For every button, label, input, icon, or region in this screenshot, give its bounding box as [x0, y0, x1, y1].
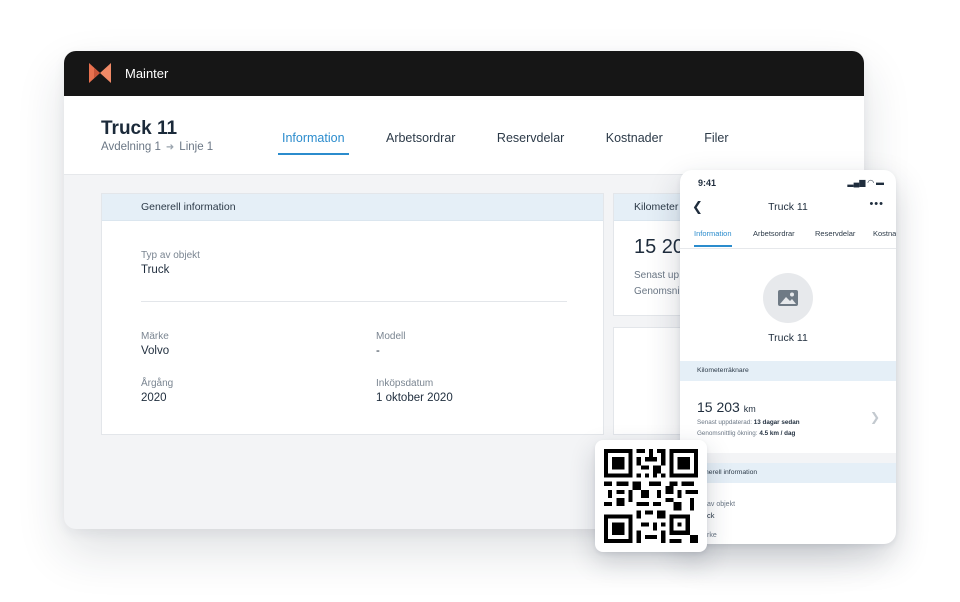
type-label: Typ av objekt [141, 250, 200, 261]
breadcrumb: Avdelning 1 ➜ Linje 1 [101, 141, 213, 153]
status-time: 9:41 [698, 178, 717, 188]
mobile-odometer-value[interactable]: 15 203 km [697, 399, 756, 415]
mobile-tab-reservdelar[interactable]: Reservdelar [815, 229, 855, 245]
mobile-odometer-updated: Senast uppdaterad: 13 dagar sedan [697, 419, 800, 426]
mobile-tab-arbetsordrar[interactable]: Arbetsordrar [753, 229, 795, 245]
more-icon[interactable]: ••• [869, 198, 884, 210]
brand-value: Volvo [141, 345, 170, 357]
purchase-date-value: 1 oktober 2020 [376, 392, 453, 404]
general-info-card: Generell information Typ av objekt Truck… [101, 193, 604, 435]
object-image-placeholder[interactable] [763, 273, 813, 323]
qr-code-icon[interactable] [604, 449, 698, 543]
brand-label: Märke [141, 331, 169, 342]
model-value: - [376, 345, 380, 357]
type-value: Truck [141, 264, 170, 276]
tab-reservdelar[interactable]: Reservdelar [493, 131, 568, 155]
odometer-value: 15 20 [634, 236, 685, 258]
qr-code-card [595, 440, 707, 552]
purchase-date-label: Inköpsdatum [376, 378, 434, 389]
object-header: Truck 11 Avdelning 1 ➜ Linje 1 Information… [64, 96, 864, 175]
mobile-odometer-number: 15 203 [697, 399, 740, 415]
tab-arbetsordrar[interactable]: Arbetsordrar [382, 131, 459, 155]
breadcrumb-line[interactable]: Linje 1 [179, 141, 213, 153]
mobile-general-heading: nerell information [680, 463, 896, 483]
mobile-screen: 9:41 ▂▄▆ ◠ ▬ ❮ Truck 11 ••• Information … [680, 170, 896, 544]
arrow-right-icon: ➜ [165, 142, 175, 153]
mainter-logo-icon[interactable] [88, 61, 112, 85]
mobile-type-value: ck [707, 511, 715, 520]
updated-value: 13 dagar sedan [753, 419, 800, 426]
app-bar: Mainter [64, 51, 864, 96]
page-title: Truck 11 [101, 118, 178, 139]
odometer-average: Genomsni [634, 286, 680, 297]
mobile-odometer-unit: km [743, 404, 756, 414]
mobile-brand-label: rke [707, 532, 717, 539]
year-label: Årgång [141, 378, 174, 389]
mobile-object-name: Truck 11 [768, 332, 808, 344]
general-info-heading: Generell information [102, 194, 603, 221]
mobile-odometer-average: Genomsnittlig ökning: 4.5 km / dag [697, 430, 795, 437]
app-name: Mainter [125, 66, 169, 81]
breadcrumb-department[interactable]: Avdelning 1 [101, 141, 161, 153]
tab-kostnader[interactable]: Kostnader [602, 131, 667, 155]
mobile-title: Truck 11 [768, 201, 808, 213]
tab-information[interactable]: Information [278, 131, 349, 155]
status-icons: ▂▄▆ ◠ ▬ [847, 178, 884, 187]
tab-filer[interactable]: Filer [700, 131, 732, 155]
odometer-updated: Senast up [634, 270, 680, 281]
divider [141, 301, 567, 302]
mobile-type-label: av objekt [707, 501, 736, 508]
updated-label: Senast uppdaterad: [697, 419, 752, 426]
mobile-tab-kostnader[interactable]: Kostna [873, 229, 896, 245]
avg-value: 4.5 km / dag [759, 430, 796, 437]
mobile-tab-information[interactable]: Information [694, 229, 732, 247]
avg-label: Genomsnittlig ökning: [697, 430, 758, 437]
section-gap [680, 453, 896, 463]
chevron-right-icon[interactable]: ❯ [870, 410, 880, 424]
mobile-tab-bar: Information Arbetsordrar Reservdelar Kos… [680, 223, 896, 249]
model-label: Modell [376, 331, 406, 342]
mobile-odometer-heading: Kilometerräknare [680, 361, 896, 381]
tab-bar: Information Arbetsordrar Reservdelar Kos… [278, 129, 762, 159]
year-value: 2020 [141, 392, 167, 404]
image-placeholder-icon [778, 290, 798, 306]
